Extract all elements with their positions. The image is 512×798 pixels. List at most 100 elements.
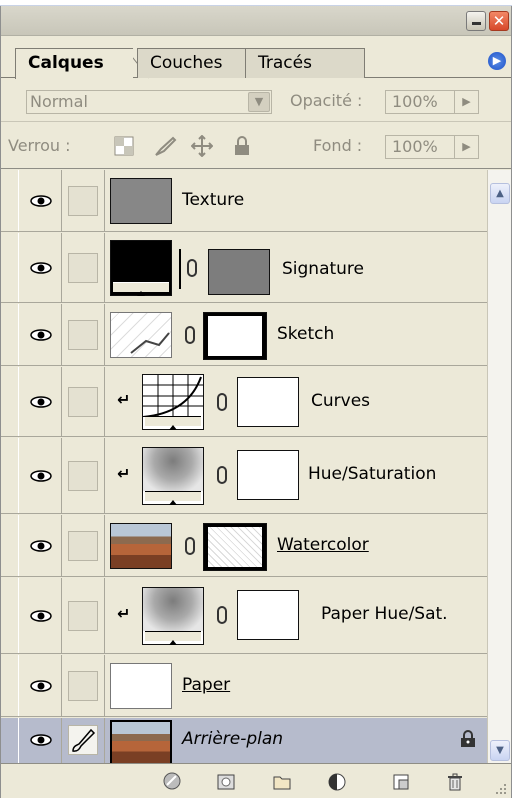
eye-icon[interactable] <box>30 470 52 482</box>
layer-style-icon[interactable] <box>163 772 183 792</box>
chain-link-icon[interactable] <box>187 259 197 277</box>
eye-icon[interactable] <box>30 540 52 552</box>
layer-row-texture[interactable]: Texture <box>1 170 487 232</box>
layer-name[interactable]: Curves <box>311 391 370 411</box>
layer-row-arriere-plan[interactable]: Arrière-plan <box>1 718 487 766</box>
link-cell[interactable] <box>63 515 105 576</box>
link-box[interactable] <box>68 387 98 417</box>
eye-icon[interactable] <box>30 734 52 746</box>
visibility-cell[interactable] <box>18 438 62 513</box>
adjustment-layer-icon[interactable] <box>327 772 347 792</box>
layer-row-curves[interactable]: ↵ Curves <box>1 367 487 437</box>
new-group-icon[interactable] <box>272 772 292 792</box>
add-mask-icon[interactable] <box>216 772 236 792</box>
visibility-cell[interactable] <box>18 304 62 365</box>
visibility-cell[interactable] <box>18 367 62 436</box>
minimize-button[interactable] <box>466 11 486 31</box>
visibility-cell[interactable] <box>18 515 62 576</box>
eye-icon[interactable] <box>30 396 52 408</box>
link-box[interactable] <box>68 253 98 283</box>
link-cell[interactable] <box>63 170 105 231</box>
layer-row-signature[interactable]: Signature <box>1 233 487 303</box>
visibility-cell[interactable] <box>18 578 62 653</box>
link-box[interactable] <box>68 186 98 216</box>
mask-thumbnail[interactable] <box>237 450 299 500</box>
layer-name[interactable]: Watercolor <box>277 535 369 555</box>
tab-traces[interactable]: Tracés <box>245 48 365 78</box>
palette-titlebar[interactable]: ✕ <box>1 6 511 36</box>
eye-icon[interactable] <box>30 262 52 274</box>
layer-name[interactable]: Arrière-plan <box>182 729 283 749</box>
new-layer-icon[interactable] <box>391 772 411 792</box>
lock-pixels-brush-icon[interactable] <box>153 135 177 157</box>
layer-name[interactable]: Paper Hue/Sat. <box>321 604 448 624</box>
close-button[interactable]: ✕ <box>489 11 509 31</box>
lock-transparency-icon[interactable] <box>113 135 135 157</box>
scroll-up-button[interactable]: ▲ <box>490 183 510 204</box>
scroll-down-button[interactable]: ▼ <box>490 740 510 761</box>
layers-scrollbar[interactable]: ▲ ▼ <box>487 170 511 763</box>
visibility-cell[interactable] <box>18 233 62 302</box>
layer-row-sketch[interactable]: Sketch <box>1 304 487 366</box>
chain-link-icon[interactable] <box>185 537 195 555</box>
mask-thumbnail[interactable] <box>203 523 267 571</box>
lock-position-move-icon[interactable] <box>190 134 214 158</box>
visibility-cell[interactable] <box>18 718 62 763</box>
chain-link-icon[interactable] <box>217 466 227 484</box>
link-box[interactable] <box>68 601 98 631</box>
tab-calques-label: Calques <box>28 53 104 73</box>
link-cell[interactable] <box>63 233 105 302</box>
layer-row-paper-hue-sat[interactable]: ↵ Paper Hue/Sat. <box>1 578 487 654</box>
sketch-texture <box>130 332 170 354</box>
chevron-down-icon[interactable]: ▼ <box>248 92 270 112</box>
layer-name[interactable]: Signature <box>282 259 364 279</box>
eye-icon[interactable] <box>30 680 52 692</box>
trash-icon[interactable] <box>445 772 465 792</box>
link-cell[interactable] <box>63 304 105 365</box>
layer-name[interactable]: Sketch <box>277 324 334 344</box>
opacity-arrow-icon[interactable]: ▶ <box>454 91 478 113</box>
link-cell[interactable] <box>63 367 105 436</box>
tab-calques[interactable]: Calques <box>15 48 133 79</box>
mask-thumbnail[interactable] <box>237 377 299 427</box>
link-box[interactable] <box>68 531 98 561</box>
triangle-icon <box>169 500 177 505</box>
mask-thumbnail[interactable] <box>208 249 270 295</box>
link-cell[interactable] <box>63 655 105 716</box>
link-box[interactable] <box>68 320 98 350</box>
visibility-cell[interactable] <box>18 655 62 716</box>
palette-menu-arrow-icon[interactable]: ▶ <box>488 52 506 70</box>
layer-name[interactable]: Paper <box>182 675 230 695</box>
link-cell[interactable] <box>63 438 105 513</box>
link-cell[interactable] <box>63 718 105 763</box>
link-box[interactable] <box>68 725 98 755</box>
resize-grip-icon[interactable] <box>495 783 507 795</box>
mask-thumbnail[interactable] <box>203 312 267 360</box>
layer-name[interactable]: Texture <box>182 190 244 210</box>
opacity-label: Opacité : <box>290 91 363 110</box>
fill-arrow-icon[interactable]: ▶ <box>454 136 478 158</box>
blend-options-row: Normal ▼ Opacité : 100% ▶ <box>1 78 511 122</box>
clipping-arrow-icon: ↵ <box>117 604 131 623</box>
layer-name[interactable]: Hue/Saturation <box>308 464 436 484</box>
visibility-cell[interactable] <box>18 170 62 231</box>
eye-icon[interactable] <box>30 195 52 207</box>
layer-row-hue-saturation[interactable]: ↵ Hue/Saturation <box>1 438 487 514</box>
link-box[interactable] <box>68 671 98 701</box>
blend-mode-select[interactable]: Normal ▼ <box>26 90 272 114</box>
lock-all-icon[interactable] <box>231 135 253 157</box>
tab-couches[interactable]: Couches <box>137 48 257 78</box>
fill-field[interactable]: 100% ▶ <box>385 135 479 159</box>
mask-thumbnail[interactable] <box>237 590 299 640</box>
opacity-field[interactable]: 100% ▶ <box>385 90 479 114</box>
layer-row-paper[interactable]: Paper <box>1 655 487 717</box>
eye-icon[interactable] <box>30 329 52 341</box>
chain-link-icon[interactable] <box>185 326 195 344</box>
link-cell[interactable] <box>63 578 105 653</box>
lock-label: Verrou : <box>8 136 71 155</box>
chain-link-icon[interactable] <box>217 393 227 411</box>
link-box[interactable] <box>68 461 98 491</box>
chain-link-icon[interactable] <box>217 606 227 624</box>
layer-row-watercolor[interactable]: Watercolor <box>1 515 487 577</box>
eye-icon[interactable] <box>30 610 52 622</box>
